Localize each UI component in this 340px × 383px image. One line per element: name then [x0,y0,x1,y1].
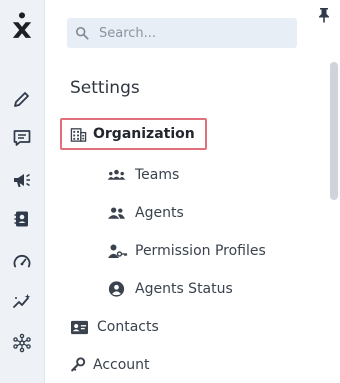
nav-item-organization[interactable]: Organization [70,124,195,144]
agent-status-icon [108,281,125,297]
pin-icon[interactable] [317,7,331,23]
settings-panel: Settings Organization [45,0,340,383]
search-input[interactable] [99,25,284,41]
icon-rail [0,0,45,383]
nav-item-label: Permission Profiles [135,243,266,259]
speedometer-icon[interactable] [0,249,44,275]
pencil-icon[interactable] [0,86,44,112]
nav-item-label: Agents [135,205,184,221]
nav-item-label: Organization [93,126,195,142]
nav-item-contacts[interactable]: Contacts [70,317,159,337]
nav-item-label: Agents Status [135,281,233,297]
nav-item-teams[interactable]: Teams [107,165,179,185]
sparkle-trend-icon[interactable] [0,289,44,315]
nav-item-agents[interactable]: Agents [107,203,184,223]
agents-icon [107,207,126,219]
key-icon [71,357,86,372]
building-icon [70,127,87,142]
contacts-icon [71,320,88,334]
search-box[interactable] [67,18,297,48]
nav-item-permission-profiles[interactable]: Permission Profiles [107,241,266,261]
scrollbar-thumb[interactable] [330,62,338,200]
nav-item-label: Account [93,357,150,373]
user-key-icon [108,244,128,258]
nav-item-label: Contacts [97,319,159,335]
nav-item-label: Teams [135,167,180,183]
teams-icon [107,169,126,180]
network-icon[interactable] [0,330,44,356]
megaphone-icon[interactable] [0,167,44,193]
app: Settings Organization [0,0,340,383]
logo-icon[interactable] [0,8,44,42]
settings-title: Settings [70,78,140,98]
search-icon [75,26,89,40]
chat-icon[interactable] [0,125,44,151]
nav-item-account[interactable]: Account [70,355,150,375]
contact-card-icon[interactable] [0,206,44,232]
nav-item-agents-status[interactable]: Agents Status [107,279,233,299]
